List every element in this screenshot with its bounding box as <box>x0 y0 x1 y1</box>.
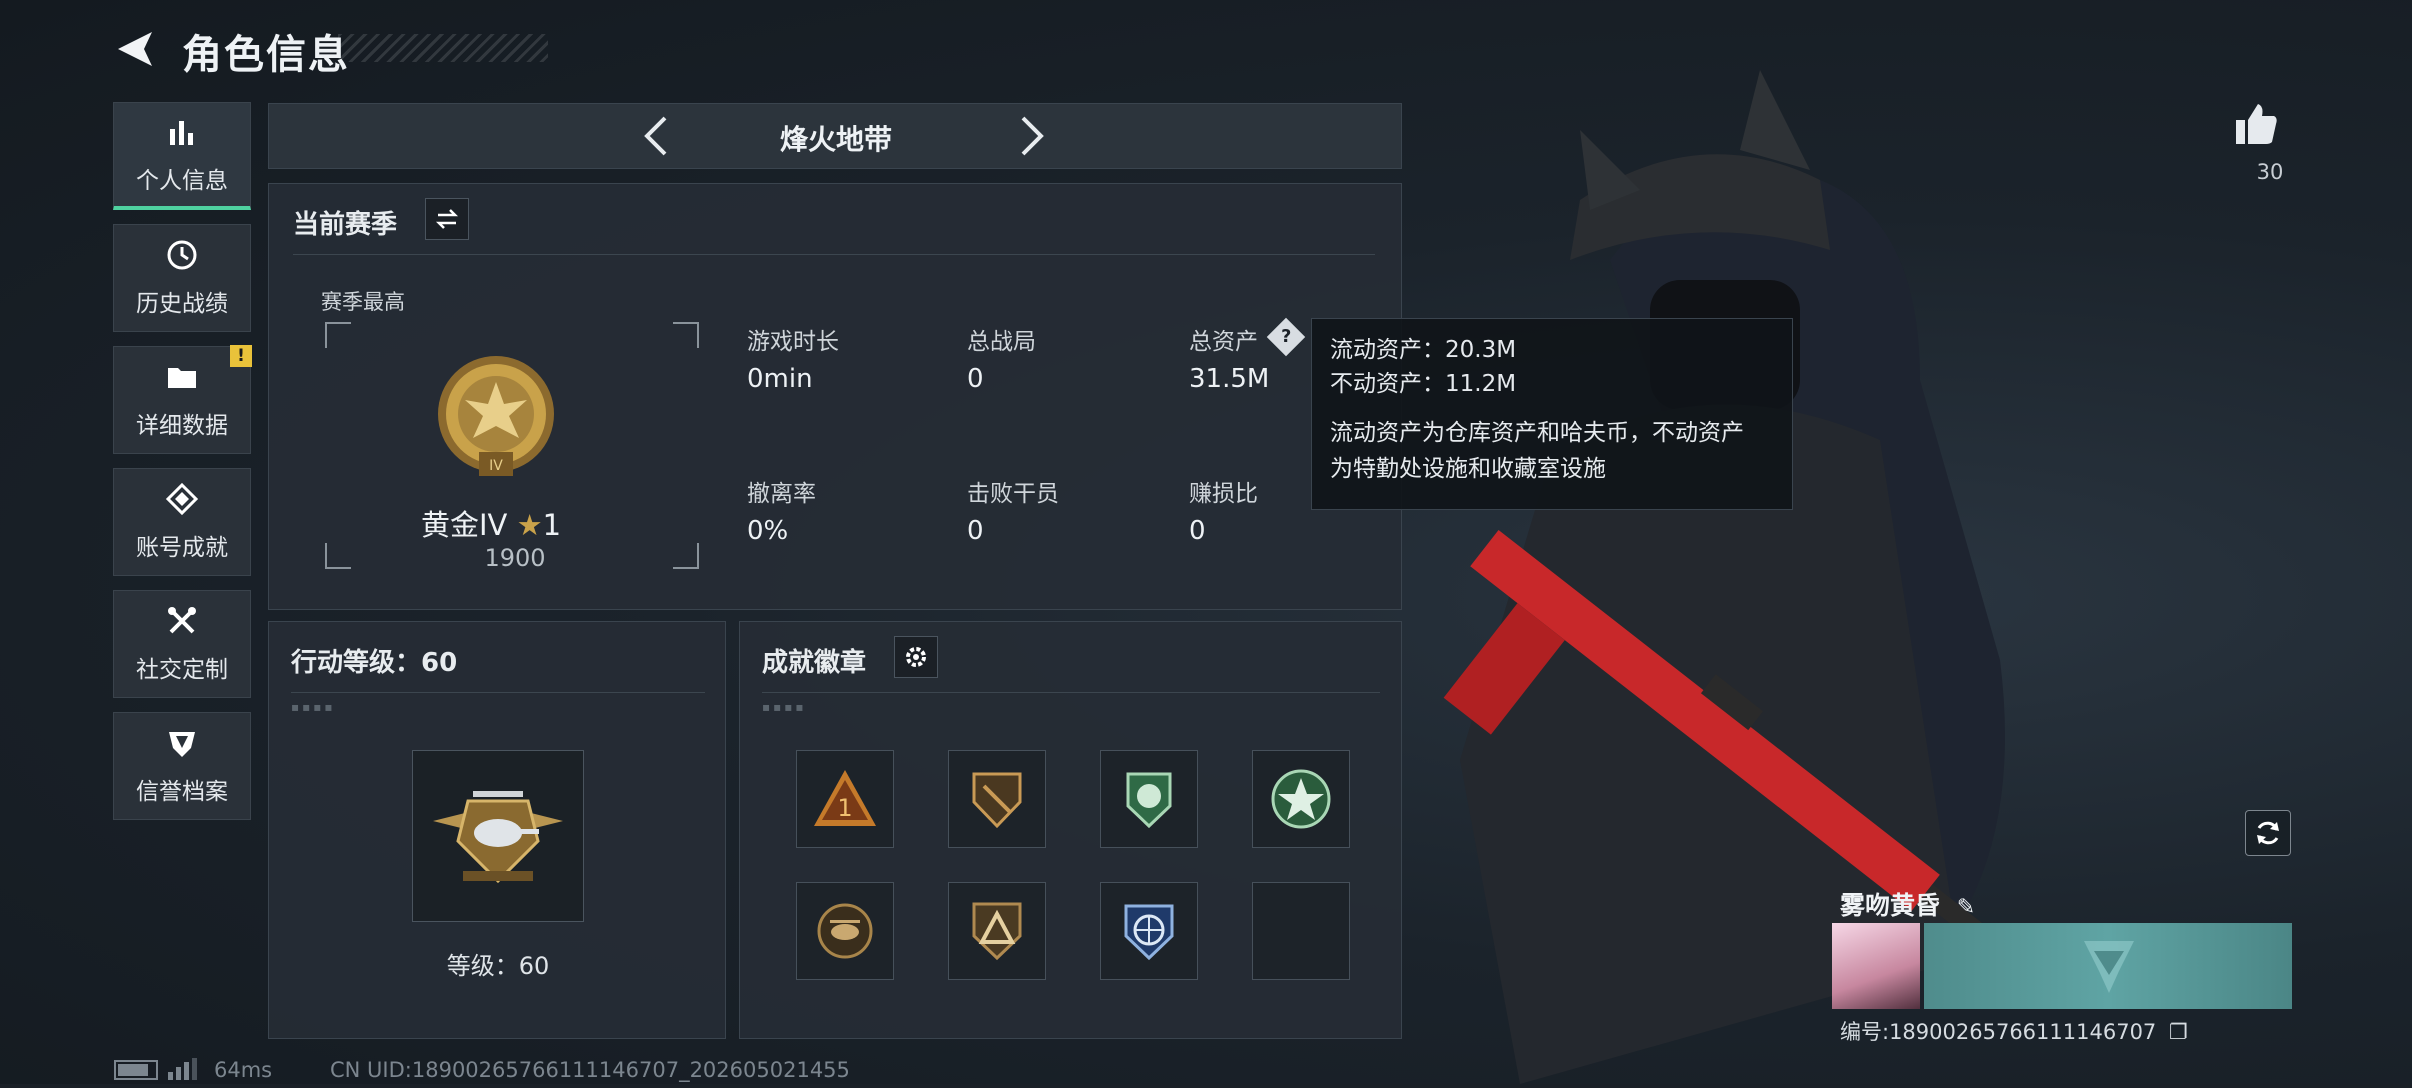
uid-text: CN UID:18900265766111146707_202605021455 <box>330 1058 850 1082</box>
level-text: 等级：60 <box>446 952 550 980</box>
achievements-panel: 成就徽章 ▪▪▪▪ 1 <box>739 621 1402 1039</box>
achievement-badge-triangle-1[interactable]: 1 <box>796 750 894 848</box>
tooltip-fixed-assets: 不动资产：11.2M <box>1330 371 1517 397</box>
frame-corner <box>325 322 351 348</box>
gear-icon <box>906 647 926 667</box>
player-name: 雾吻黄昏 ✎ <box>1840 886 1975 922</box>
credit-shield-icon <box>169 732 195 757</box>
tooltip-liquid-assets: 流动资产：20.3M <box>1330 337 1517 363</box>
stat-value: 31.5M <box>1189 364 1270 394</box>
achievement-badge-shield-knife[interactable] <box>948 750 1046 848</box>
achievement-badge-empty-slot[interactable] <box>1252 882 1350 980</box>
helicopter-level-emblem-icon <box>412 750 584 922</box>
assets-tooltip: 流动资产：20.3M 不动资产：11.2M 流动资产为仓库资产和哈夫币，不动资产… <box>1311 318 1793 510</box>
rank-name: 黄金IV <box>421 508 508 542</box>
nav-label: 历史战绩 <box>136 291 228 317</box>
season-title: 当前赛季 <box>293 210 398 240</box>
stat-value: 0% <box>747 516 789 546</box>
stat-value: 0 <box>1189 516 1206 546</box>
swap-season-button[interactable] <box>425 198 469 240</box>
achievement-icon <box>165 482 199 516</box>
nav-item-social-custom[interactable]: 社交定制 <box>113 590 251 698</box>
nav-label: 社交定制 <box>136 657 228 683</box>
tooltip-description-line1: 流动资产为仓库资产和哈夫币，不动资产 <box>1330 420 1744 446</box>
achievement-badge-green-crest[interactable] <box>1100 750 1198 848</box>
banner-logo-icon <box>2084 941 2134 993</box>
gold-rank-emblem-icon: IV <box>429 352 563 486</box>
season-best-label: 赛季最高 <box>321 290 405 314</box>
stat-label: 击败干员 <box>967 481 1059 507</box>
stat-value: 0 <box>967 364 984 394</box>
season-panel: 当前赛季 赛季最高 IV 黄金IV ★1 1900 游戏时长 0min 总战局 … <box>268 183 1402 610</box>
like-count: 30 <box>2256 160 2284 184</box>
refresh-icon <box>2257 821 2279 845</box>
dots-decoration: ▪▪▪▪ <box>762 700 807 714</box>
bar-chart-icon <box>170 120 193 145</box>
refresh-button[interactable] <box>2245 810 2291 856</box>
stat-label: 撤离率 <box>747 481 816 507</box>
nav-label: 详细数据 <box>136 413 228 439</box>
stat-value: 0 <box>967 516 984 546</box>
warning-badge: ! <box>230 345 252 367</box>
svg-text:1: 1 <box>837 794 852 822</box>
swap-icon <box>435 209 459 229</box>
star-icon: ★ <box>516 508 543 542</box>
achievements-title: 成就徽章 <box>762 648 867 678</box>
action-level-panel: 行动等级：60 ▪▪▪▪ 等级：60 <box>268 621 726 1039</box>
rank-line: 黄金IV ★1 <box>421 502 561 544</box>
thumbs-up-icon[interactable] <box>2232 100 2280 148</box>
nav-label: 信誉档案 <box>136 779 228 805</box>
player-avatar[interactable] <box>1832 923 1920 1009</box>
chevron-right-icon[interactable] <box>1007 112 1055 160</box>
divider <box>291 692 705 693</box>
action-level-title: 行动等级：60 <box>291 648 458 678</box>
page-title: 角色信息 <box>182 32 350 78</box>
tools-icon <box>168 607 196 634</box>
achievement-badge-helicopter[interactable] <box>796 882 894 980</box>
nav-label: 个人信息 <box>136 167 228 194</box>
back-arrow-icon[interactable] <box>112 26 158 72</box>
stat-label: 总资产 <box>1189 329 1258 355</box>
nav-item-credit-record[interactable]: 信誉档案 <box>113 712 251 820</box>
help-icon[interactable]: ? <box>1266 317 1306 357</box>
divider <box>762 692 1380 693</box>
history-clock-icon <box>167 240 197 270</box>
stat-label: 赚损比 <box>1189 481 1258 507</box>
frame-corner <box>673 543 699 569</box>
copy-icon[interactable]: ❐ <box>2169 1020 2188 1044</box>
nav-item-account-achievements[interactable]: 账号成就 <box>113 468 251 576</box>
ping-text: 64ms <box>214 1058 273 1082</box>
title-stripes-decoration <box>338 34 548 62</box>
stat-value: 0min <box>747 364 813 394</box>
svg-text:IV: IV <box>489 458 503 474</box>
nav-label: 账号成就 <box>136 535 228 561</box>
player-id: 编号:18900265766111146707 ❐ <box>1840 1016 2188 1046</box>
edit-pencil-icon[interactable]: ✎ <box>1957 895 1975 920</box>
badge-settings-button[interactable] <box>894 636 938 678</box>
nav-item-personal-info[interactable]: 个人信息 <box>113 102 251 210</box>
nav-item-detailed-data[interactable]: 详细数据 ! <box>113 345 252 454</box>
mode-name: 烽火地带 <box>779 123 892 156</box>
rank-score: 1900 <box>484 544 546 572</box>
nav-item-match-history[interactable]: 历史战绩 <box>113 224 251 332</box>
battery-icon <box>114 1060 158 1080</box>
stat-label: 游戏时长 <box>747 329 839 355</box>
achievement-badge-triangle-a[interactable] <box>948 882 1046 980</box>
divider <box>293 254 1375 255</box>
stat-label: 总战局 <box>967 329 1036 355</box>
frame-corner <box>673 322 699 348</box>
achievement-badge-green-star[interactable] <box>1252 750 1350 848</box>
player-name-text: 雾吻黄昏 <box>1840 891 1941 920</box>
player-id-text: 编号:18900265766111146707 <box>1840 1020 2157 1044</box>
achievement-badge-blue-globe[interactable] <box>1100 882 1198 980</box>
tooltip-description-line2: 为特勤处设施和收藏室设施 <box>1330 456 1606 482</box>
player-banner[interactable] <box>1924 923 2292 1009</box>
folder-icon <box>168 368 196 388</box>
frame-corner <box>325 543 351 569</box>
signal-icon <box>168 1058 198 1080</box>
rank-stars: 1 <box>542 508 562 542</box>
dots-decoration: ▪▪▪▪ <box>291 700 336 714</box>
mode-selector: 烽火地带 <box>268 103 1402 169</box>
